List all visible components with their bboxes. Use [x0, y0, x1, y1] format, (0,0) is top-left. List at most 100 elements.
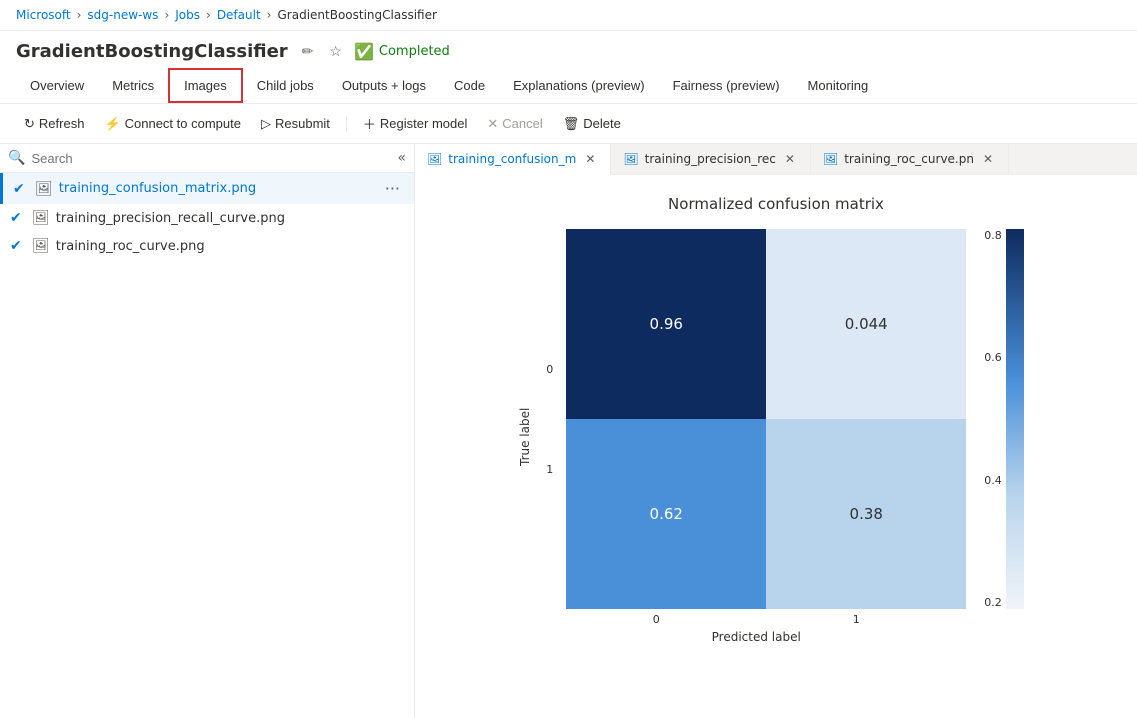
check-icon-2: ✔	[10, 210, 26, 226]
file-name-roc[interactable]: training_roc_curve.png	[56, 239, 404, 254]
page-header: GradientBoostingClassifier ✏ ☆ ✅ Complet…	[0, 31, 1137, 68]
x-tick-1: 1	[853, 613, 860, 626]
collapse-panel-icon[interactable]: «	[397, 150, 406, 166]
content-tab-precision[interactable]: 🖼 training_precision_rec ✕	[611, 144, 811, 174]
y-ticks: 0 1	[546, 229, 566, 609]
delete-button[interactable]: 🗑 Delete	[555, 112, 629, 136]
chart-title: Normalized confusion matrix	[668, 195, 884, 213]
file-item-confusion[interactable]: ✔ 🖼 training_confusion_matrix.png ···	[0, 173, 414, 204]
matrix-with-yticks: 0 1 0.96 0.044	[546, 229, 966, 609]
chart-main: 0 1 0.96 0.044	[546, 229, 966, 644]
tab-overview[interactable]: Overview	[16, 70, 98, 101]
confusion-matrix: 0.96 0.044 0.62 0.38	[566, 229, 966, 609]
confusion-matrix-wrapper: True label 0 1	[514, 229, 1038, 644]
cell-true1-pred0: 0.62	[566, 419, 766, 609]
chart-container: Normalized confusion matrix True label 0…	[435, 195, 1117, 644]
breadcrumb-default[interactable]: Default	[217, 8, 261, 22]
cancel-button[interactable]: ✕ Cancel	[479, 112, 550, 136]
x-tick-0: 0	[653, 613, 660, 626]
status-text: Completed	[379, 44, 450, 59]
file-name-precision[interactable]: training_precision_recall_curve.png	[56, 211, 404, 226]
check-icon-3: ✔	[10, 238, 26, 254]
content-area: 🖼 training_confusion_m ✕ 🖼 training_prec…	[415, 144, 1137, 718]
page-title: GradientBoostingClassifier	[16, 41, 288, 62]
tab-outputs[interactable]: Outputs + logs	[328, 70, 440, 101]
resubmit-button[interactable]: ▷ Resubmit	[253, 112, 338, 136]
tab-explanations[interactable]: Explanations (preview)	[499, 70, 659, 101]
check-icon: ✔	[13, 181, 29, 197]
edit-icon[interactable]: ✏	[298, 41, 318, 62]
cell-true0-pred0: 0.96	[566, 229, 766, 419]
main-tabs: Overview Metrics Images Child jobs Outpu…	[0, 68, 1137, 104]
plus-icon: ＋	[363, 114, 376, 133]
tab-monitoring[interactable]: Monitoring	[794, 70, 883, 101]
resubmit-icon: ▷	[261, 116, 271, 132]
check-circle-icon: ✅	[354, 42, 374, 61]
cell-true1-pred1: 0.38	[766, 419, 966, 609]
scale-tick-labels: 0.8 0.6 0.4 0.2	[984, 229, 1002, 609]
tab-fairness[interactable]: Fairness (preview)	[659, 70, 794, 101]
register-model-button[interactable]: ＋ Register model	[355, 110, 475, 137]
y-tick-0: 0	[546, 363, 560, 376]
breadcrumb-jobs[interactable]: Jobs	[175, 8, 200, 22]
refresh-button[interactable]: ↻ Refresh	[16, 112, 92, 136]
chart-area: Normalized confusion matrix True label 0…	[415, 175, 1137, 718]
status-badge: ✅ Completed	[354, 42, 450, 61]
file-item-roc[interactable]: ✔ 🖼 training_roc_curve.png	[0, 232, 414, 260]
color-scale-bar	[1006, 229, 1024, 609]
connect-button[interactable]: ⚡ Connect to compute	[96, 112, 249, 136]
cancel-icon: ✕	[487, 116, 498, 132]
cell-value-10: 0.62	[650, 505, 683, 523]
tab-image-icon-2: 🖼	[623, 152, 638, 166]
content-tab-confusion[interactable]: 🖼 training_confusion_m ✕	[415, 144, 611, 175]
star-icon[interactable]: ☆	[325, 41, 346, 62]
refresh-icon: ↻	[24, 116, 35, 132]
content-tabs: 🖼 training_confusion_m ✕ 🖼 training_prec…	[415, 144, 1137, 175]
image-icon-3: 🖼	[32, 238, 50, 254]
content-tab-label-roc: training_roc_curve.pn	[844, 152, 974, 166]
y-tick-1: 1	[546, 463, 560, 476]
scale-tick-04: 0.4	[984, 474, 1002, 487]
file-sidebar: 🔍 « ✔ 🖼 training_confusion_matrix.png ··…	[0, 144, 415, 718]
breadcrumb-workspace[interactable]: sdg-new-ws	[87, 8, 158, 22]
tab-code[interactable]: Code	[440, 70, 499, 101]
tab-image-icon-3: 🖼	[823, 152, 838, 166]
close-tab-roc[interactable]: ✕	[980, 151, 996, 167]
scale-tick-06: 0.6	[984, 351, 1002, 364]
trash-icon: 🗑	[563, 116, 580, 132]
image-icon: 🖼	[35, 181, 53, 197]
main-layout: 🔍 « ✔ 🖼 training_confusion_matrix.png ··…	[0, 144, 1137, 718]
x-axis-label: Predicted label	[712, 630, 801, 644]
content-tab-label-confusion: training_confusion_m	[448, 152, 576, 166]
breadcrumb-microsoft[interactable]: Microsoft	[16, 8, 71, 22]
x-axis: 0 1 Predicted label	[546, 613, 966, 644]
close-tab-confusion[interactable]: ✕	[582, 151, 598, 167]
image-icon-2: 🖼	[32, 210, 50, 226]
tab-image-icon: 🖼	[427, 152, 442, 166]
content-tab-roc[interactable]: 🖼 training_roc_curve.pn ✕	[811, 144, 1009, 174]
cell-value-11: 0.38	[850, 505, 883, 523]
cell-value-00: 0.96	[650, 315, 683, 333]
color-scale: 0.8 0.6 0.4 0.2	[984, 229, 1024, 644]
cell-value-01: 0.044	[845, 315, 888, 333]
y-axis-label: True label	[514, 229, 536, 644]
file-list: ✔ 🖼 training_confusion_matrix.png ··· ✔ …	[0, 173, 414, 718]
search-bar: 🔍 «	[0, 144, 414, 173]
more-options-icon[interactable]: ···	[381, 179, 404, 198]
breadcrumb-current: GradientBoostingClassifier	[277, 8, 436, 22]
scale-tick-02: 0.2	[984, 596, 1002, 609]
file-item-precision[interactable]: ✔ 🖼 training_precision_recall_curve.png	[0, 204, 414, 232]
search-input[interactable]	[31, 151, 391, 166]
scale-tick-08: 0.8	[984, 229, 1002, 242]
content-tab-label-precision: training_precision_rec	[645, 152, 776, 166]
tab-metrics[interactable]: Metrics	[98, 70, 168, 101]
plug-icon: ⚡	[104, 116, 120, 132]
tab-childjobs[interactable]: Child jobs	[243, 70, 328, 101]
close-tab-precision[interactable]: ✕	[782, 151, 798, 167]
toolbar: ↻ Refresh ⚡ Connect to compute ▷ Resubmi…	[0, 104, 1137, 144]
search-icon: 🔍	[8, 150, 25, 166]
file-name-confusion[interactable]: training_confusion_matrix.png	[59, 181, 375, 196]
cell-true0-pred1: 0.044	[766, 229, 966, 419]
x-ticks: 0 1	[556, 613, 956, 626]
tab-images[interactable]: Images	[168, 68, 243, 103]
